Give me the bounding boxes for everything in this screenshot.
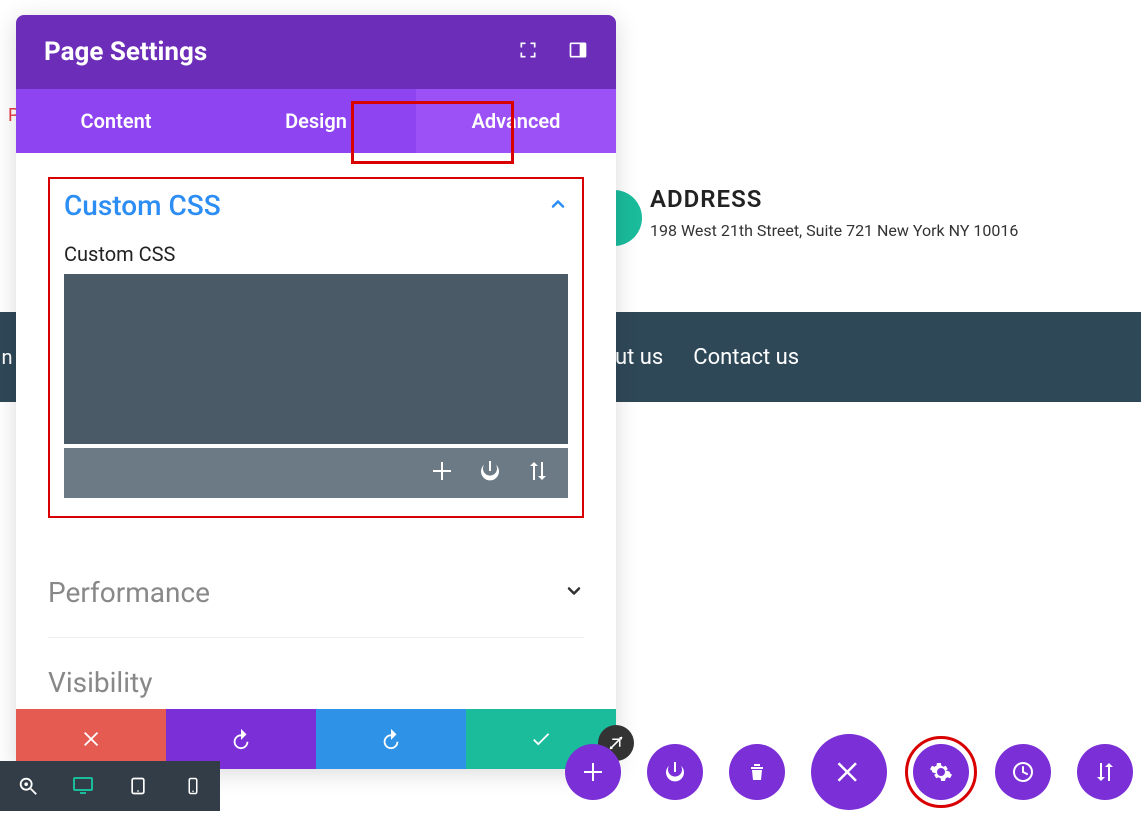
expand-icon[interactable] <box>518 40 538 64</box>
panel-footer <box>16 709 616 769</box>
add-button[interactable] <box>565 744 621 800</box>
custom-css-section: Custom CSS Custom CSS <box>48 177 584 518</box>
cancel-button[interactable] <box>16 709 166 769</box>
panel-title: Page Settings <box>44 37 207 67</box>
mobile-view-icon[interactable] <box>181 774 205 798</box>
power-button[interactable] <box>647 744 703 800</box>
sort-icon[interactable] <box>526 459 550 487</box>
chevron-up-icon[interactable] <box>548 194 568 218</box>
bg-decorative-dot <box>614 190 642 246</box>
tablet-view-icon[interactable] <box>126 774 150 798</box>
performance-section[interactable]: Performance <box>48 548 584 638</box>
settings-button[interactable] <box>913 744 969 800</box>
undo-button[interactable] <box>166 709 316 769</box>
performance-title: Performance <box>48 576 210 609</box>
custom-css-input[interactable] <box>64 274 568 444</box>
address-block: ADDRESS 198 West 21th Street, Suite 721 … <box>650 185 1018 240</box>
redo-button[interactable] <box>316 709 466 769</box>
nav-item-contact[interactable]: Contact us <box>693 345 799 370</box>
chevron-down-icon <box>564 581 584 605</box>
address-text: 198 West 21th Street, Suite 721 New York… <box>650 221 1018 240</box>
history-button[interactable] <box>995 744 1051 800</box>
tab-design[interactable]: Design <box>216 89 416 153</box>
visibility-title: Visibility <box>48 666 152 699</box>
custom-css-title[interactable]: Custom CSS <box>64 189 221 222</box>
nav-item-about[interactable]: ut us <box>615 345 663 370</box>
builder-action-bar <box>565 734 1133 810</box>
view-controls-bar <box>0 761 220 811</box>
nav-edge-fragment: n <box>0 312 14 402</box>
css-editor-toolbar <box>64 448 568 498</box>
plus-icon[interactable] <box>430 459 454 487</box>
visibility-section[interactable]: Visibility <box>48 638 584 699</box>
panel-header: Page Settings <box>16 15 616 89</box>
trash-button[interactable] <box>729 744 785 800</box>
custom-css-label: Custom CSS <box>64 242 568 266</box>
address-heading: ADDRESS <box>650 185 1018 213</box>
close-builder-button[interactable] <box>811 734 887 810</box>
snap-right-icon[interactable] <box>568 40 588 64</box>
tab-advanced[interactable]: Advanced <box>416 89 616 153</box>
swap-button[interactable] <box>1077 744 1133 800</box>
panel-tabs: Content Design Advanced <box>16 89 616 153</box>
power-icon[interactable] <box>478 459 502 487</box>
panel-body: Custom CSS Custom CSS Performance Visibi… <box>16 153 616 709</box>
desktop-view-icon[interactable] <box>71 774 95 798</box>
tab-content[interactable]: Content <box>16 89 216 153</box>
page-settings-panel: Page Settings Content Design Advanced Cu… <box>16 15 616 769</box>
zoom-icon[interactable] <box>16 774 40 798</box>
